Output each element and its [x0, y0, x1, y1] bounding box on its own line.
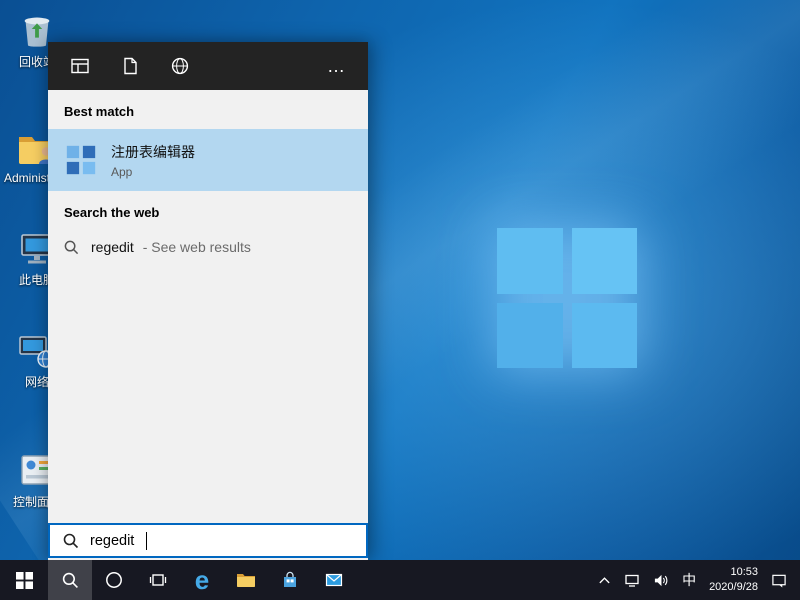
windows-logo-pane	[571, 228, 637, 294]
apps-icon	[71, 58, 89, 74]
mail-button[interactable]	[312, 560, 356, 600]
file-explorer-button[interactable]	[224, 560, 268, 600]
taskbar-left: e	[0, 560, 356, 600]
windows-start-icon	[15, 571, 33, 589]
store-button[interactable]	[268, 560, 312, 600]
taskbar-clock[interactable]: 10:53 2020/9/28	[709, 565, 758, 595]
clock-date: 2020/9/28	[709, 581, 758, 593]
web-result-query: regedit	[91, 239, 134, 255]
edge-icon: e	[194, 565, 210, 595]
web-search-result[interactable]: regedit - See web results	[48, 230, 368, 264]
windows-logo-pane	[497, 302, 563, 368]
windows-logo-pane	[571, 302, 637, 368]
folder-icon	[237, 574, 255, 587]
chevron-up-icon	[599, 576, 610, 583]
cortana-button[interactable]	[92, 560, 136, 600]
filter-documents-button[interactable]	[120, 56, 140, 76]
search-filter-bar: …	[48, 42, 368, 90]
action-center-button[interactable]	[771, 573, 787, 588]
best-match-text: 注册表编辑器 App	[111, 142, 195, 179]
globe-icon	[171, 57, 189, 75]
ime-indicator[interactable]: 中	[682, 570, 696, 590]
cortana-icon	[106, 572, 122, 588]
search-icon	[64, 240, 79, 254]
search-input-box[interactable]: regedit	[48, 523, 368, 558]
web-result-text: regedit - See web results	[91, 239, 251, 255]
search-icon	[62, 572, 78, 588]
task-view-button[interactable]	[136, 560, 180, 600]
store-icon	[284, 571, 296, 587]
tray-network-button[interactable]	[624, 573, 640, 588]
taskbar: e 中 10:53 2020/9/28	[0, 560, 800, 600]
speaker-icon	[654, 574, 668, 586]
tray-volume-button[interactable]	[653, 573, 669, 588]
search-web-header: Search the web	[64, 205, 160, 220]
taskbar-search-button[interactable]	[48, 560, 92, 600]
mail-icon	[325, 573, 343, 587]
best-match-header: Best match	[64, 104, 135, 119]
edge-button[interactable]: e	[180, 560, 224, 600]
action-center-icon	[772, 574, 786, 588]
search-panel: … Best match 注册表编辑器 App Search the web r…	[48, 42, 368, 560]
search-icon	[63, 533, 79, 548]
document-icon	[124, 57, 137, 75]
display-network-icon	[625, 574, 639, 587]
clock-time: 10:53	[730, 566, 758, 579]
windows-logo-wallpaper	[497, 228, 637, 368]
best-match-result[interactable]: 注册表编辑器 App	[48, 129, 368, 191]
registry-editor-icon	[66, 145, 96, 175]
more-options-button[interactable]: …	[327, 57, 346, 75]
best-match-title: 注册表编辑器	[111, 143, 195, 160]
tray-expand-button[interactable]	[598, 574, 611, 587]
web-result-suffix: - See web results	[142, 239, 251, 255]
filter-apps-button[interactable]	[70, 56, 90, 76]
best-match-subtitle: App	[111, 164, 133, 179]
text-caret	[146, 531, 148, 550]
windows-logo-pane	[497, 228, 563, 294]
filter-web-button[interactable]	[170, 56, 190, 76]
system-tray: 中 10:53 2020/9/28	[585, 560, 800, 600]
task-view-icon	[149, 574, 167, 586]
search-input-value: regedit	[90, 532, 135, 549]
start-button[interactable]	[0, 560, 48, 600]
